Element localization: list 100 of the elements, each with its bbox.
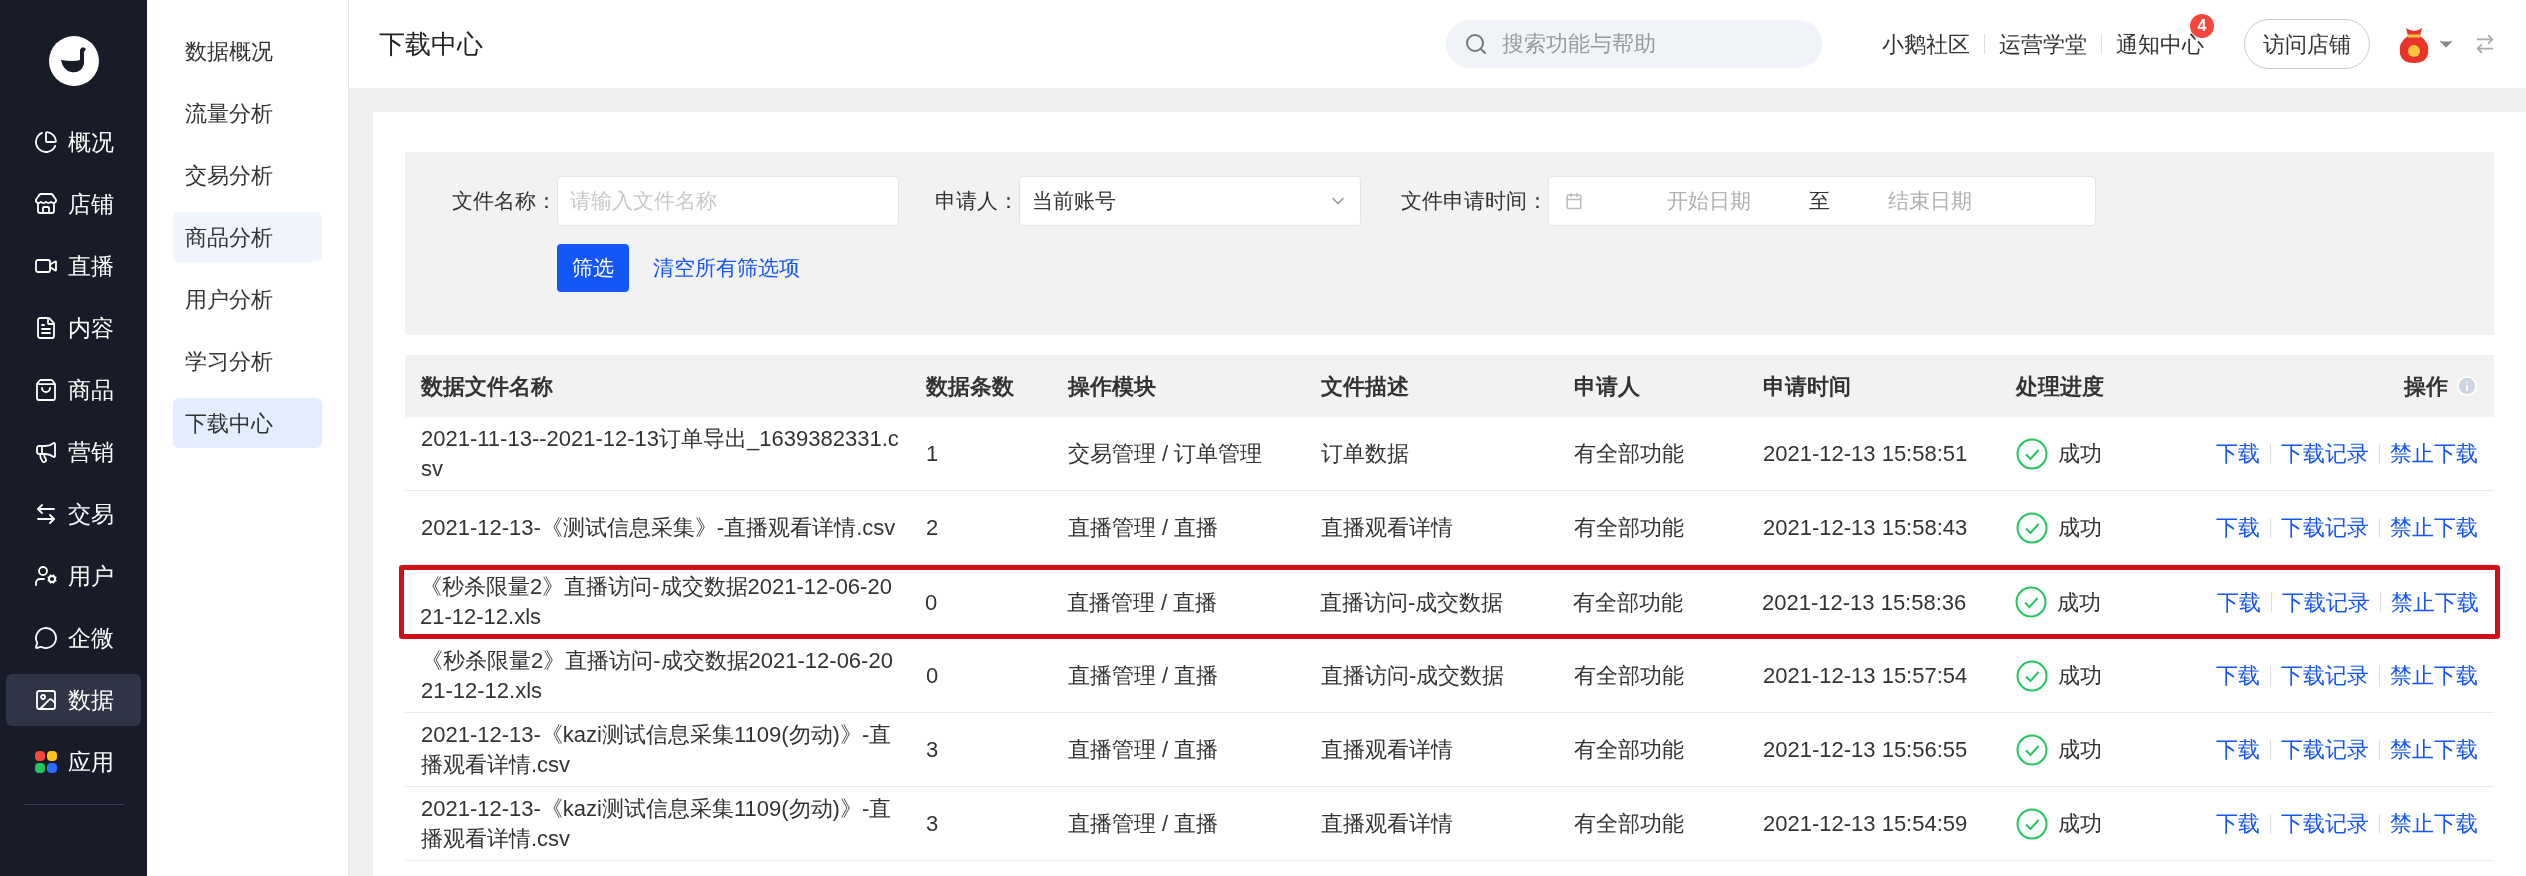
column-header: 处理进度 [2016, 372, 2105, 401]
info-icon [2456, 375, 2478, 397]
picture-icon [33, 688, 58, 712]
status-text: 成功 [2058, 440, 2102, 468]
action-link[interactable]: 禁止下载 [2390, 807, 2478, 840]
pie-chart-icon [33, 130, 58, 154]
date-range-field[interactable]: 开始日期 至 结束日期 [1548, 176, 2096, 226]
action-link[interactable]: 禁止下载 [2390, 511, 2478, 544]
table-cell-text: 《秒杀限量2》直播访问-成交数据2021-12-06-2021-12-12.xls [421, 646, 894, 705]
logo-icon [48, 36, 99, 86]
sub-nav-item[interactable]: 用户分析 [173, 274, 322, 324]
action-link[interactable]: 下载 [2216, 807, 2260, 840]
applicant-select[interactable]: 当前账号 [1019, 176, 1361, 226]
nav-item[interactable]: 商品 [6, 364, 141, 416]
nav-item[interactable]: 交易 [6, 488, 141, 540]
table-cell-text: 交易管理 / 订单管理 [1068, 440, 1264, 468]
top-link[interactable]: 小鹅社区 [1882, 31, 1970, 57]
filter-label: 文件申请时间： [1401, 188, 1548, 215]
sub-nav-item[interactable]: 交易分析 [173, 150, 322, 200]
action-link[interactable]: 下载记录 [2281, 807, 2369, 840]
user-gear-icon [33, 564, 58, 588]
action-link[interactable]: 下载记录 [2281, 511, 2369, 544]
column-header: 申请人 [1574, 372, 1641, 401]
table-cell-text: 2021-12-13-《kazi测试信息采集1109(勿动)》-直播观看详情.csv [421, 794, 893, 853]
nav-item[interactable]: 应用 [6, 736, 141, 788]
table-cell-text: 订单数据 [1321, 440, 1410, 468]
table-cell-text: 《秒杀限量2》直播访问-成交数据2021-12-06-2021-12-12.xls [420, 573, 893, 631]
column-header: 申请时间 [1763, 372, 1852, 401]
table-cell-text: 2021-12-13 15:54:59 [1763, 810, 1969, 838]
table-cell-text: 有全部功能 [1574, 810, 1685, 838]
action-link[interactable]: 下载 [2216, 733, 2260, 766]
action-link[interactable]: 禁止下载 [2390, 733, 2478, 766]
nav-item[interactable]: 内容 [6, 302, 141, 354]
nav-item[interactable]: 店铺 [6, 178, 141, 230]
action-link[interactable]: 下载记录 [2281, 659, 2369, 692]
table-cell-text: 直播管理 / 直播 [1068, 736, 1220, 764]
action-link[interactable]: 下载 [2216, 659, 2260, 692]
store-icon [33, 192, 58, 216]
table-cell-text: 直播观看详情 [1321, 514, 1454, 542]
table-cell-text: 有全部功能 [1574, 514, 1685, 542]
apps-icon [33, 750, 58, 774]
action-link[interactable]: 下载 [2216, 437, 2260, 470]
table-cell-text: 直播管理 / 直播 [1068, 514, 1220, 542]
table-cell-text: 2021-12-13 15:58:36 [1762, 588, 1968, 617]
table-cell-text: 0 [926, 662, 940, 690]
action-link[interactable]: 下载记录 [2282, 585, 2370, 619]
nav-item[interactable]: 概况 [6, 116, 141, 168]
table-cell-text: 2021-12-13 15:57:54 [1763, 662, 1969, 690]
clear-filters-link[interactable]: 清空所有筛选项 [653, 252, 800, 284]
sub-nav-item[interactable]: 商品分析 [173, 212, 322, 262]
sub-nav-item[interactable]: 下载中心 [173, 398, 322, 448]
status-text: 成功 [2058, 810, 2102, 838]
calendar-icon [1565, 192, 1583, 210]
chat-icon [33, 626, 58, 650]
table-cell-text: 直播观看详情 [1321, 810, 1454, 838]
table-cell-text: 直播管理 / 直播 [1067, 588, 1219, 617]
switch-icon[interactable] [2474, 33, 2496, 55]
nav-item[interactable]: 数据 [6, 674, 141, 726]
action-link[interactable]: 下载 [2216, 511, 2260, 544]
bag-icon [33, 378, 58, 402]
table-cell-text: 有全部功能 [1574, 736, 1685, 764]
action-link[interactable]: 禁止下载 [2390, 437, 2478, 470]
filter-label: 文件名称： [451, 188, 557, 215]
action-link[interactable]: 禁止下载 [2390, 659, 2478, 692]
megaphone-icon [33, 440, 58, 464]
table-cell-text: 1 [926, 440, 940, 468]
sub-nav-item[interactable]: 数据概况 [173, 26, 322, 76]
visit-store-button[interactable]: 访问店铺 [2244, 19, 2370, 69]
action-link[interactable]: 下载记录 [2281, 437, 2369, 470]
table-cell-text: 有全部功能 [1574, 662, 1685, 690]
filter-button[interactable]: 筛选 [557, 244, 629, 292]
table-cell-text: 有全部功能 [1574, 440, 1685, 468]
action-link[interactable]: 下载 [2217, 585, 2261, 619]
nav-item[interactable]: 营销 [6, 426, 141, 478]
table-cell-text: 直播管理 / 直播 [1068, 662, 1220, 690]
table-cell-text: 2021-11-13--2021-12-13订单导出_1639382331.csv [421, 424, 900, 483]
table-cell-text: 2021-12-13 15:58:43 [1763, 514, 1969, 542]
nav-item[interactable]: 企微 [6, 612, 141, 664]
column-header: 数据条数 [926, 372, 1015, 401]
table-cell-text: 2 [926, 514, 940, 542]
action-link[interactable]: 下载记录 [2281, 733, 2369, 766]
status-text: 成功 [2058, 514, 2102, 542]
table-cell-text: 2021-12-13-《kazi测试信息采集1109(勿动)》-直播观看详情.csv [421, 720, 893, 779]
status-text: 成功 [2058, 662, 2102, 690]
table-cell-text: 3 [926, 810, 940, 838]
table-cell-text: 直播观看详情 [1321, 736, 1454, 764]
table-cell-text: 直播访问-成交数据 [1320, 588, 1505, 617]
search-icon [1464, 32, 1488, 56]
sub-nav-item[interactable]: 流量分析 [173, 88, 322, 138]
nav-item[interactable]: 直播 [6, 240, 141, 292]
top-link[interactable]: 运营学堂 [1999, 31, 2087, 57]
table-cell-text: 2021-12-13 15:56:55 [1763, 736, 1969, 764]
search-field[interactable]: 搜索功能与帮助 [1446, 20, 1822, 68]
table-cell-text: 0 [925, 588, 939, 617]
action-link[interactable]: 禁止下载 [2391, 585, 2479, 619]
nav-item[interactable]: 用户 [6, 550, 141, 602]
status-text: 成功 [2058, 736, 2102, 764]
table-cell-text: 2021-12-13 15:58:51 [1763, 440, 1969, 468]
sub-nav-item[interactable]: 学习分析 [173, 336, 322, 386]
column-header: 操作 [2404, 372, 2448, 401]
